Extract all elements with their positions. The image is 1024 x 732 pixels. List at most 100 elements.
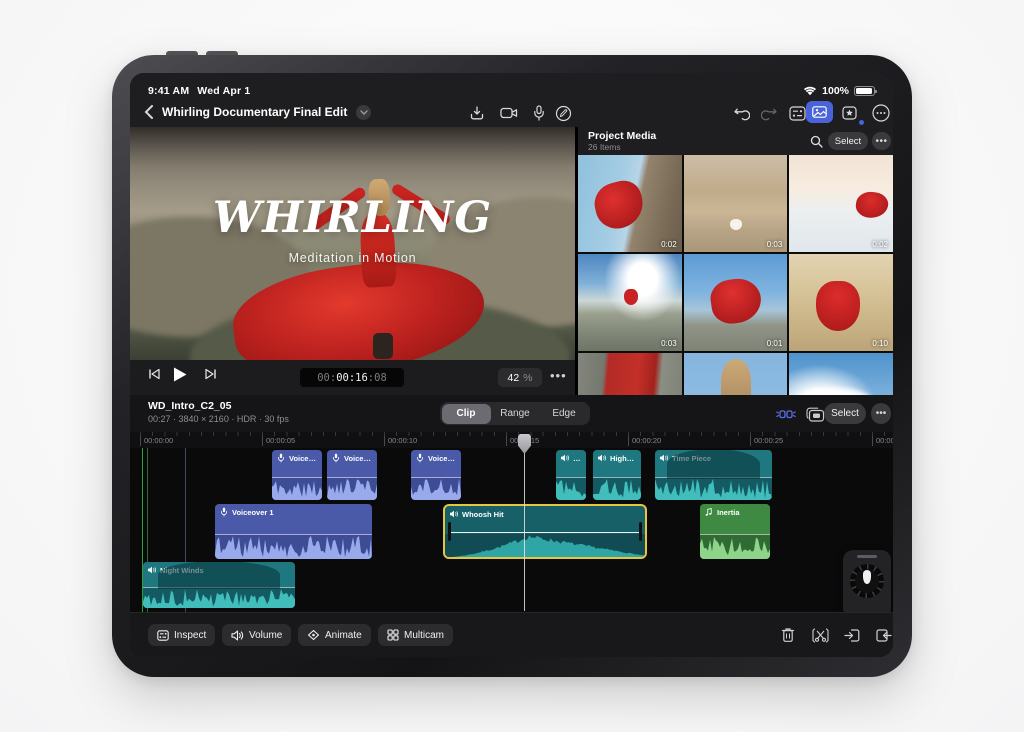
ruler-label: 00:00:05 bbox=[262, 436, 295, 446]
media-thumbnail-sky-clouds[interactable] bbox=[789, 353, 893, 395]
volume-button[interactable]: Volume bbox=[222, 624, 291, 646]
mode-clip[interactable]: Clip bbox=[442, 404, 491, 424]
effects-browser-button[interactable] bbox=[840, 102, 862, 124]
clip-label: Night Winds bbox=[160, 566, 204, 575]
timeline-clip--[interactable]: … bbox=[556, 450, 586, 500]
trim-handle-right[interactable] bbox=[639, 522, 642, 540]
timeline-clip-voiceover-2[interactable]: Voiceover 2 bbox=[327, 450, 377, 500]
timeline-clip-voiceover-3[interactable]: Voiceover 3 bbox=[411, 450, 461, 500]
timeline-overview-icon[interactable] bbox=[804, 403, 826, 425]
timeline-clip-voiceover-2[interactable]: Voiceover 2 bbox=[272, 450, 322, 500]
mode-range[interactable]: Range bbox=[491, 404, 540, 424]
media-more-button[interactable]: ••• bbox=[872, 132, 891, 150]
volume-line[interactable] bbox=[450, 532, 640, 534]
back-button[interactable] bbox=[144, 105, 153, 119]
timeline-ruler[interactable]: 00:00:0000:00:0500:00:1000:00:1500:00:20… bbox=[130, 432, 893, 448]
microphone-icon bbox=[415, 453, 425, 463]
trim-handle-left[interactable] bbox=[448, 522, 451, 540]
clip-waveform bbox=[593, 477, 641, 500]
clip-label: Voiceover 2 bbox=[289, 454, 319, 463]
status-bar: 9:41 AMWed Apr 1 100% bbox=[130, 73, 893, 97]
import-media-button[interactable] bbox=[466, 102, 488, 124]
timeline-more-button[interactable]: ••• bbox=[871, 403, 891, 424]
timeline-clip-high-[interactable]: High… bbox=[593, 450, 641, 500]
media-thumbnail-salt-flat-red-dervish[interactable]: 0:02 bbox=[789, 155, 893, 252]
timeline-clip-time-piece[interactable]: Time Piece bbox=[655, 450, 772, 500]
search-icon[interactable] bbox=[806, 131, 826, 151]
media-select-button[interactable]: Select bbox=[828, 132, 868, 150]
media-thumbnail-badlands-sky-red-dervish[interactable]: 0:03 bbox=[578, 254, 682, 351]
timeline-clip-voiceover-1[interactable]: Voiceover 1 bbox=[215, 504, 372, 559]
timecode-display[interactable]: 00:00:16:08 bbox=[300, 368, 404, 387]
media-duration: 0:01 bbox=[767, 339, 783, 348]
zoom-unit: % bbox=[523, 372, 532, 384]
thumbnail-figure-shape bbox=[854, 190, 890, 221]
animate-button[interactable]: Animate bbox=[298, 624, 371, 646]
skip-to-end-button[interactable] bbox=[204, 368, 217, 380]
timeline-tracks[interactable]: Voiceover 2 Voiceover 2 Voiceover 3 … High… T… bbox=[130, 448, 893, 612]
blade-split-button[interactable] bbox=[810, 625, 830, 645]
thumbnail-figure-shape bbox=[708, 276, 764, 327]
viewer-zoom-control[interactable]: 42% bbox=[498, 368, 542, 387]
clip-connections-toggle-icon[interactable] bbox=[775, 403, 797, 425]
overwrite-clip-button[interactable] bbox=[874, 625, 893, 645]
ruler-label: 00:00:25 bbox=[750, 436, 783, 446]
project-title: Whirling Documentary Final Edit bbox=[162, 105, 347, 119]
pencil-tools-button[interactable] bbox=[552, 102, 574, 124]
audio-speaker-icon bbox=[147, 565, 157, 575]
thumbnail-figure-shape bbox=[624, 289, 638, 305]
jog-wheel-dial[interactable] bbox=[850, 564, 884, 598]
media-duration: 0:10 bbox=[872, 339, 888, 348]
ruler-label: 00:00:20 bbox=[628, 436, 661, 446]
jog-wheel[interactable] bbox=[843, 550, 891, 612]
clip-label: Whoosh Hit bbox=[462, 510, 504, 519]
media-thumbnail-red-fabric-closeup[interactable] bbox=[578, 353, 682, 395]
inspect-button[interactable]: Inspect bbox=[148, 624, 215, 646]
multicam-button[interactable]: Multicam bbox=[378, 624, 453, 646]
timeline-clip-whoosh-hit[interactable]: Whoosh Hit bbox=[443, 504, 647, 559]
media-thumbnail-felt-hat-closeup[interactable] bbox=[684, 353, 788, 395]
desktop-background: { "status_bar": { "time": "9:41 AM", "da… bbox=[0, 0, 1024, 732]
camera-record-button[interactable] bbox=[498, 102, 520, 124]
media-item-count: 26 Items bbox=[588, 142, 621, 152]
media-thumbnail-reeds-arms-raised[interactable]: 0:10 bbox=[789, 254, 893, 351]
multicam-label: Multicam bbox=[404, 630, 444, 641]
mode-edge[interactable]: Edge bbox=[540, 404, 589, 424]
timeline-panel: WD_Intro_C2_05 00:27 · 3840 × 2160 · HDR… bbox=[130, 395, 893, 657]
media-thumbnail-rock-spires-white-dervish[interactable]: 0:03 bbox=[684, 155, 788, 252]
timeline-clip-inertia[interactable]: Inertia bbox=[700, 504, 770, 559]
effects-badge-dot bbox=[859, 120, 864, 125]
microphone-button[interactable] bbox=[528, 102, 550, 124]
insert-clip-button[interactable] bbox=[842, 625, 862, 645]
viewer-more-button[interactable]: ••• bbox=[550, 368, 567, 383]
inspect-label: Inspect bbox=[174, 630, 206, 641]
delete-clip-button[interactable] bbox=[778, 625, 798, 645]
timeline-select-button[interactable]: Select bbox=[824, 403, 866, 424]
project-title-chevron-button[interactable] bbox=[356, 105, 371, 120]
clip-header: Time Piece bbox=[659, 453, 769, 463]
jog-wheel-grip[interactable] bbox=[857, 555, 877, 558]
clip-label: High… bbox=[610, 454, 634, 463]
undo-button[interactable] bbox=[730, 102, 752, 124]
redo-button[interactable] bbox=[758, 102, 780, 124]
clip-header: Whoosh Hit bbox=[449, 509, 642, 519]
skip-to-start-button[interactable] bbox=[148, 368, 161, 380]
media-thumbnail-spinning-dervish-back[interactable]: 0:01 bbox=[684, 254, 788, 351]
clip-waveform bbox=[655, 477, 772, 500]
audio-speaker-icon bbox=[659, 453, 669, 463]
viewer-preview[interactable]: WHIRLING Meditation in Motion bbox=[130, 127, 575, 360]
media-grid: 0:020:030:020:030:010:10 bbox=[578, 155, 893, 395]
play-button[interactable] bbox=[172, 366, 188, 383]
media-browser-button[interactable] bbox=[806, 101, 833, 123]
timeline-clip-night-winds[interactable]: Night Winds bbox=[143, 562, 295, 608]
timecode-frames: :08 bbox=[368, 372, 387, 384]
media-duration: 0:02 bbox=[872, 240, 888, 249]
clip-label: … bbox=[573, 454, 581, 463]
clip-header: Voiceover 2 bbox=[276, 453, 319, 463]
inspector-button[interactable] bbox=[786, 102, 808, 124]
clip-header: High… bbox=[597, 453, 638, 463]
media-thumbnail-dervish-red-rocks[interactable]: 0:02 bbox=[578, 155, 682, 252]
media-panel-title: Project Media bbox=[588, 130, 656, 142]
more-options-button[interactable] bbox=[870, 102, 892, 124]
viewer-title-overlay: WHIRLING bbox=[130, 193, 575, 243]
